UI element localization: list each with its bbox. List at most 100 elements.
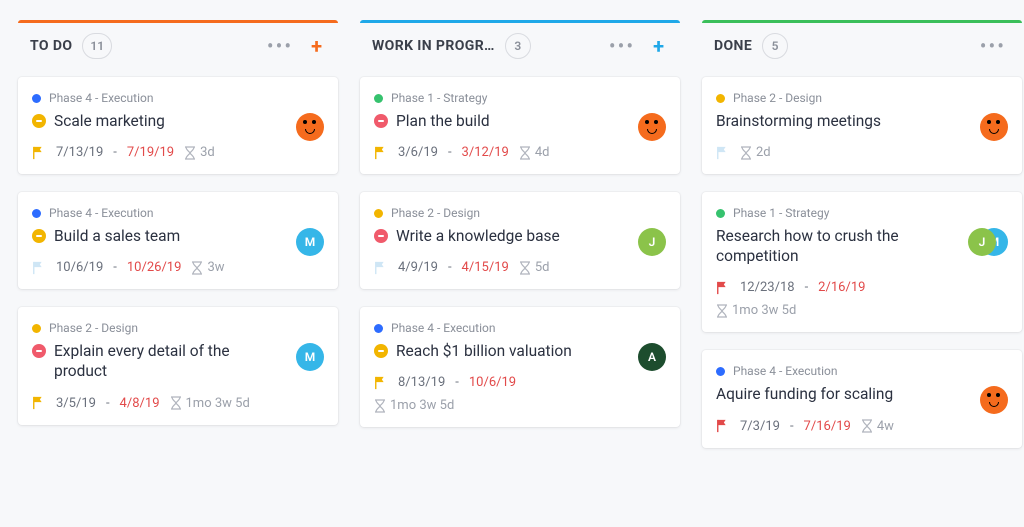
phase-dot-icon [716,94,725,103]
phase-dot-icon [374,209,383,218]
column-header: DONE5 [702,20,1022,77]
card-title: Reach $1 billion valuation [396,341,572,361]
date-separator: - [113,260,117,275]
card-title: Plan the build [396,111,490,131]
phase-line: Phase 2 - Design [374,206,666,220]
meta-line-2: 1mo 3w 5d [374,398,666,413]
column-menu-icon[interactable] [605,34,639,58]
column-actions [976,34,1010,58]
duration: 4d [519,145,550,160]
flag-icon [716,146,730,160]
date-separator: - [448,260,452,275]
phase-label: Phase 2 - Design [49,321,138,335]
date-separator: - [790,419,794,434]
status-icon [32,229,46,243]
date-separator: - [113,145,117,160]
assignee-avatar[interactable]: A [638,343,666,371]
column-menu-icon[interactable] [976,34,1010,58]
flag-icon [32,261,46,275]
task-card[interactable]: Phase 2 - DesignExplain every detail of … [18,307,338,424]
add-card-icon[interactable]: + [649,34,668,58]
phase-dot-icon [716,209,725,218]
date-start: 12/23/18 [740,280,795,295]
duration-text: 1mo 3w 5d [186,396,250,411]
meta-line: 7/13/19-7/19/193d [32,145,324,160]
column-count-badge: 11 [82,33,112,59]
meta-line: 4/9/19-4/15/195d [374,260,666,275]
card-list: Phase 2 - Design Brainstorming meetings 2d… [702,77,1022,448]
card-title: Research how to crush the competition [716,226,970,266]
column-header: TO DO 11 + [18,20,338,77]
assignee-avatar[interactable]: J [968,228,996,256]
duration-text: 3w [207,260,224,275]
duration-text: 3d [200,145,215,160]
task-card[interactable]: Phase 4 - ExecutionBuild a sales team10/… [18,192,338,289]
duration: 4w [861,419,894,434]
date-end: 10/6/19 [469,375,516,390]
title-line: Plan the build [374,111,666,131]
assignee-avatar[interactable]: J [638,228,666,256]
task-card[interactable]: Phase 2 - Design Brainstorming meetings 2d [702,77,1022,174]
title-line: Reach $1 billion valuation [374,341,666,361]
phase-dot-icon [374,324,383,333]
task-card[interactable]: Phase 1 - StrategyPlan the build3/6/19-3… [360,77,680,174]
task-card[interactable]: Phase 4 - ExecutionReach $1 billion valu… [360,307,680,427]
phase-label: Phase 4 - Execution [49,206,153,220]
phase-line: Phase 1 - Strategy [374,91,666,105]
flag-icon [374,146,388,160]
date-start: 7/3/19 [740,419,780,434]
card-title: Brainstorming meetings [716,111,881,131]
meta-line: 3/5/19-4/8/191mo 3w 5d [32,396,324,411]
duration: 5d [519,260,550,275]
flag-icon [716,281,730,295]
duration: 1mo 3w 5d [374,398,454,413]
status-icon [374,229,388,243]
column-actions: + [263,34,326,58]
column-menu-icon[interactable] [263,34,297,58]
card-list: Phase 4 - Execution Scale marketing 7/13/1… [18,77,338,425]
phase-label: Phase 4 - Execution [49,91,153,105]
task-card[interactable]: Phase 1 - Strategy Research how to crush … [702,192,1022,332]
date-end: 4/15/19 [462,260,509,275]
duration-text: 4w [877,419,894,434]
assignee-avatar[interactable] [980,386,1008,414]
phase-label: Phase 1 - Strategy [733,206,829,220]
column-done: DONE5 Phase 2 - Design Brainstorming meeti… [702,20,1022,448]
column-todo: TO DO 11 + Phase 4 - Execution Scale marketi… [18,20,338,448]
title-line: Aquire funding for scaling [716,384,1008,404]
duration: 1mo 3w 5d [716,303,796,318]
meta-line: 2d [716,145,1008,160]
meta-line: 10/6/19-10/26/193w [32,260,324,275]
phase-line: Phase 4 - Execution [716,364,1008,378]
column-header: WORK IN PROGR…3+ [360,20,680,77]
date-start: 3/6/19 [398,145,438,160]
phase-line: Phase 2 - Design [716,91,1008,105]
phase-label: Phase 4 - Execution [733,364,837,378]
meta-line: 7/3/19-7/16/19 4w [716,419,1008,434]
phase-dot-icon [716,367,725,376]
status-icon [32,114,46,128]
phase-dot-icon [32,94,41,103]
phase-label: Phase 2 - Design [733,91,822,105]
task-card[interactable]: Phase 4 - Execution Aquire funding for sc… [702,350,1022,447]
duration: 3w [191,260,224,275]
date-separator: - [805,280,809,295]
column-count-badge: 3 [505,33,531,59]
column-actions: + [605,34,668,58]
title-line: Scale marketing [32,111,324,131]
assignee-avatar[interactable] [638,113,666,141]
assignee-avatar[interactable] [296,113,324,141]
meta-line-2: 1mo 3w 5d [716,303,1008,318]
status-icon [32,344,46,358]
assignee-avatar[interactable]: M [296,228,324,256]
duration: 1mo 3w 5d [170,396,250,411]
task-card[interactable]: Phase 4 - Execution Scale marketing 7/13/1… [18,77,338,174]
date-start: 10/6/19 [56,260,103,275]
add-card-icon[interactable]: + [307,34,326,58]
duration-text: 5d [535,260,550,275]
column-title: TO DO [30,38,72,54]
assignee-avatar[interactable] [980,113,1008,141]
date-end: 7/16/19 [804,419,851,434]
duration-text: 2d [756,145,771,160]
task-card[interactable]: Phase 2 - DesignWrite a knowledge base4/… [360,192,680,289]
